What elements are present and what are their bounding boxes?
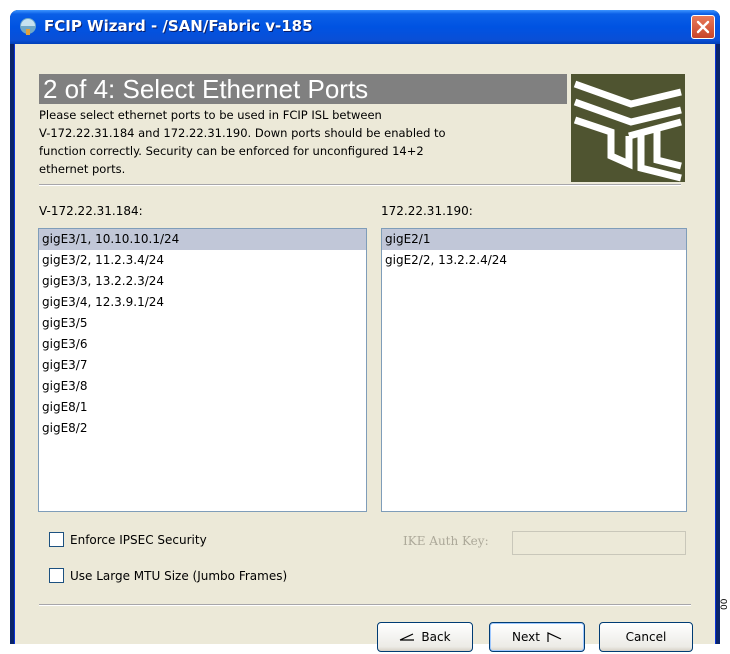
list-item[interactable]: gigE3/4, 12.3.9.1/24 xyxy=(39,292,366,313)
close-icon xyxy=(696,20,710,34)
cancel-label: Cancel xyxy=(625,630,667,644)
step-banner: 2 of 4: Select Ethernet Ports xyxy=(39,74,567,104)
window-title: FCIP Wizard - /SAN/Fabric v-185 xyxy=(44,17,313,35)
list-item[interactable]: gigE2/1 xyxy=(382,229,686,250)
source-ports-list[interactable]: gigE3/1, 10.10.10.1/24 gigE3/2, 11.2.3.4… xyxy=(38,228,367,512)
enforce-ipsec-checkbox[interactable]: Enforce IPSEC Security xyxy=(49,532,207,547)
list-item[interactable]: gigE3/1, 10.10.10.1/24 xyxy=(39,229,366,250)
footer-separator xyxy=(39,604,691,606)
back-arrow-icon xyxy=(400,633,415,641)
enforce-ipsec-label: Enforce IPSEC Security xyxy=(70,532,207,547)
ike-auth-key-input[interactable] xyxy=(512,531,686,555)
figure-number: 00 xyxy=(720,598,730,610)
back-label: Back xyxy=(421,630,451,644)
next-button[interactable]: Next xyxy=(489,622,585,652)
list-item[interactable]: gigE3/3, 13.2.2.3/24 xyxy=(39,271,366,292)
back-button[interactable]: Back xyxy=(377,622,473,652)
checkbox-box[interactable] xyxy=(49,568,64,583)
destination-switch-label: 172.22.31.190: xyxy=(381,204,473,218)
title-bar[interactable]: FCIP Wizard - /SAN/Fabric v-185 xyxy=(10,10,720,44)
description-line: Please select ethernet ports to be used … xyxy=(39,108,382,122)
ike-auth-key-label: IKE Auth Key: xyxy=(403,534,489,548)
list-item[interactable]: gigE3/5 xyxy=(39,313,366,334)
jumbo-frames-label: Use Large MTU Size (Jumbo Frames) xyxy=(70,568,288,583)
destination-ports-list[interactable]: gigE2/1 gigE2/2, 13.2.2.4/24 xyxy=(381,228,687,512)
source-switch-label: V-172.22.31.184: xyxy=(39,204,143,218)
list-item[interactable]: gigE3/8 xyxy=(39,376,366,397)
wizard-window: FCIP Wizard - /SAN/Fabric v-185 2 of 4: … xyxy=(10,10,720,652)
checkbox-box[interactable] xyxy=(49,532,64,547)
list-item[interactable]: gigE8/2 xyxy=(39,418,366,439)
dialog-body: 2 of 4: Select Ethernet Ports Please sel… xyxy=(14,44,716,652)
list-item[interactable]: gigE3/6 xyxy=(39,334,366,355)
description-line: V-172.22.31.184 and 172.22.31.190. Down … xyxy=(39,126,446,140)
list-item[interactable]: gigE8/1 xyxy=(39,397,366,418)
close-button[interactable] xyxy=(691,15,715,39)
cancel-button[interactable]: Cancel xyxy=(599,622,693,652)
cisco-app-icon xyxy=(20,18,36,35)
step-title: 2 of 4: Select Ethernet Ports xyxy=(43,74,369,104)
next-label: Next xyxy=(512,630,540,644)
jumbo-frames-checkbox[interactable]: Use Large MTU Size (Jumbo Frames) xyxy=(49,568,287,583)
next-arrow-icon xyxy=(547,632,562,642)
list-item[interactable]: gigE2/2, 13.2.2.4/24 xyxy=(382,250,686,271)
header-separator xyxy=(39,184,681,186)
list-item[interactable]: gigE3/2, 11.2.3.4/24 xyxy=(39,250,366,271)
list-item[interactable]: gigE3/7 xyxy=(39,355,366,376)
description-line: ethernet ports. xyxy=(39,162,126,176)
description-line: function correctly. Security can be enfo… xyxy=(39,144,424,158)
step-description: Please select ethernet ports to be used … xyxy=(39,106,589,178)
